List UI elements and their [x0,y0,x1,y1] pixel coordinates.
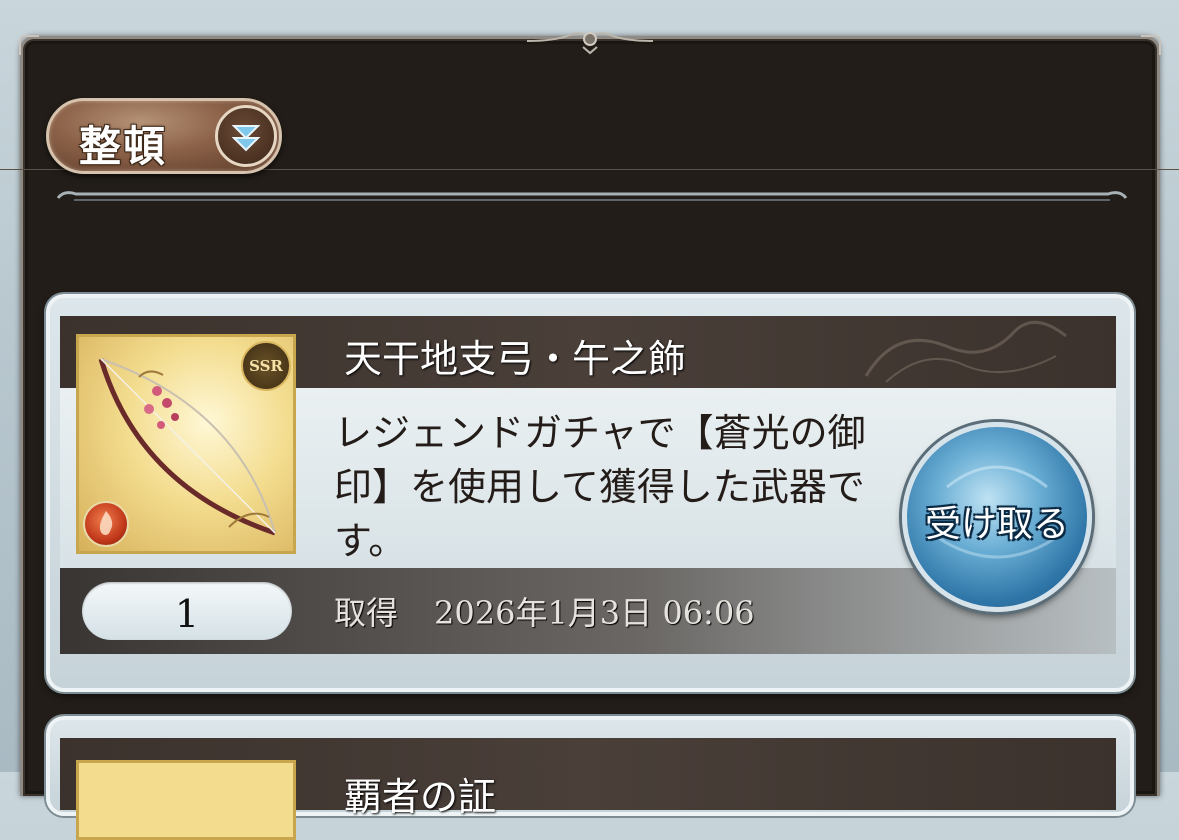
frame-corner-ornament [1141,35,1161,55]
quantity-pill: 1 [82,582,292,640]
item-thumbnail[interactable] [76,760,296,840]
item-description: レジェンドガチャで【蒼光の御印】を使用して獲得した武器です。 [334,411,866,563]
item-name: 天干地支弓・午之飾 [344,337,687,381]
frame-top-ornament-icon [526,32,654,55]
acquired-date: 2026年1月3日 06:06 [434,594,755,632]
header-ornament-bar [56,191,1128,201]
chevron-double-down-icon [215,105,277,167]
item-thumbnail[interactable]: SSR [76,334,296,554]
item-name: 覇者の証 [344,775,497,819]
item-quantity: 1 [174,592,200,636]
decorative-swirl-icon [864,320,1067,383]
gift-item-card: 覇者の証 [46,716,1134,840]
sort-button[interactable]: 整頓 [46,98,282,174]
gift-item-card: 天干地支弓・午之飾 レジェンドガチャで【蒼光の御印】を使用して獲得した武器です。… [46,294,1134,692]
frame-corner-ornament [19,35,39,55]
receive-button[interactable]: 受け取る [902,422,1092,612]
fire-element-icon [83,501,129,547]
receive-button-label: 受け取る [924,504,1069,545]
acquired-label: 取得 [334,594,399,632]
ssr-badge-icon: SSR [241,341,291,391]
sort-button-label: 整頓 [79,122,168,171]
